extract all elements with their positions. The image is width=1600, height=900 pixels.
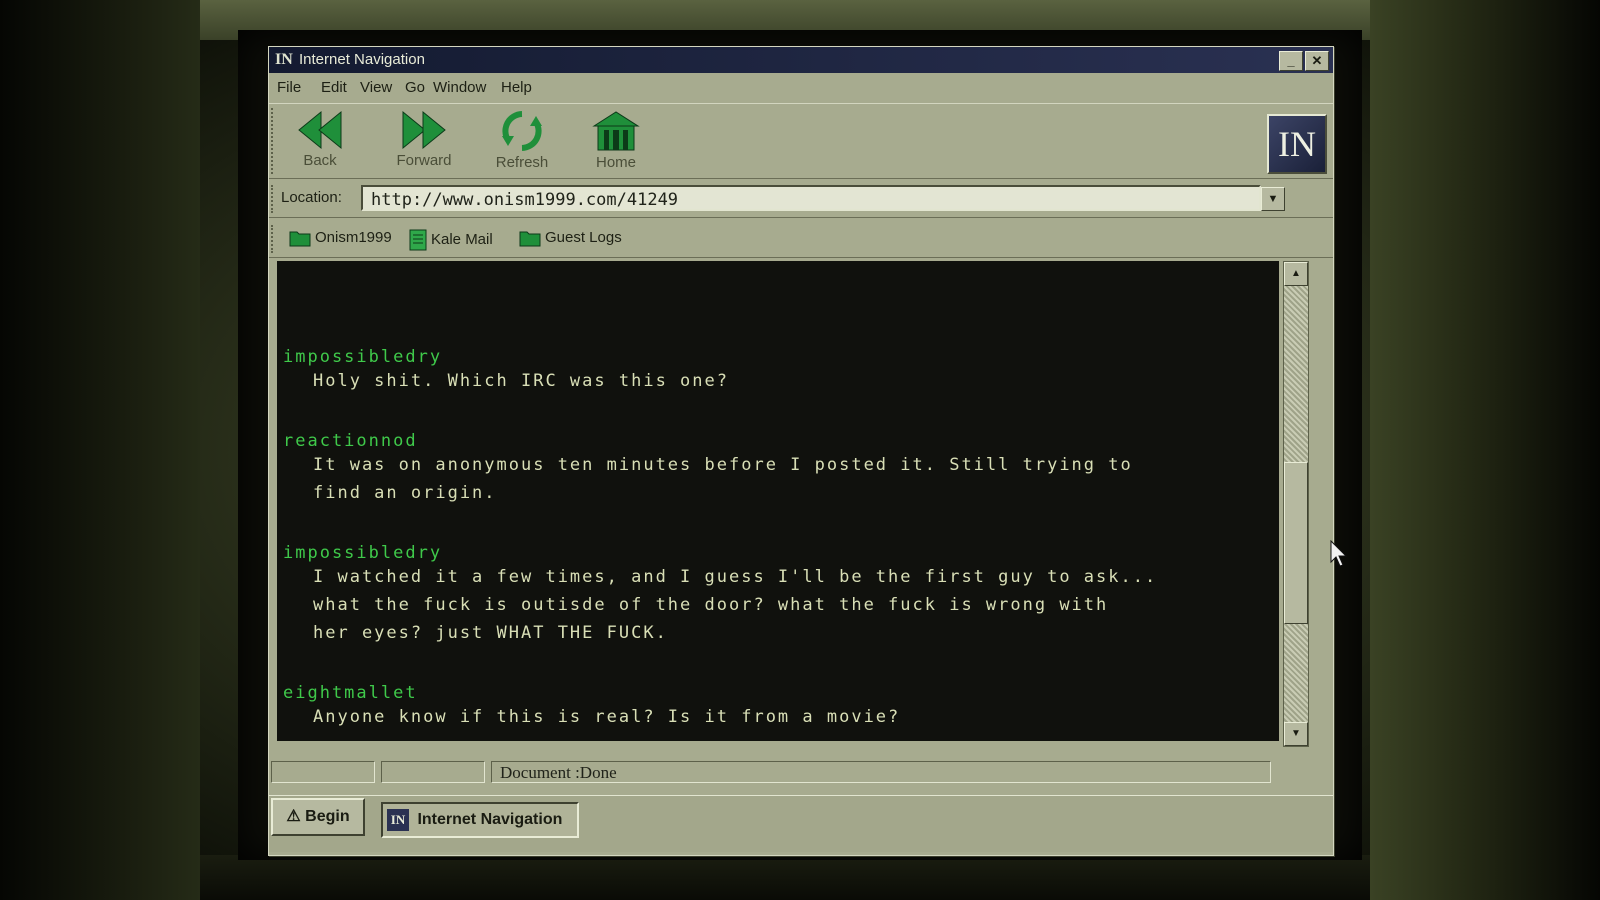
menu-view[interactable]: View (360, 79, 392, 96)
taskbar-item-label: Internet Navigation (417, 811, 563, 828)
status-bar: Document :Done (269, 757, 1333, 787)
back-button[interactable]: Back (275, 110, 365, 174)
menu-go[interactable]: Go (405, 79, 425, 96)
post-message-line: Holy shit. Which IRC was this one? (313, 371, 729, 391)
begin-label: Begin (305, 808, 350, 825)
menu-window[interactable]: Window (433, 79, 486, 96)
crt-bezel-bottom (200, 855, 1370, 900)
post-username: reactionnod (283, 431, 418, 451)
bookmark-label: Guest Logs (545, 229, 622, 246)
taskbar: ⚠ Begin IN Internet Navigation (269, 795, 1333, 852)
post-username: impossibledry (283, 543, 443, 563)
home-button[interactable]: Home (571, 110, 661, 174)
nav-toolbar: Back Forward Refresh Home IN (269, 103, 1333, 179)
bookmark-label: Onism1999 (315, 229, 392, 246)
title-bar[interactable]: IN Internet Navigation _ ✕ (269, 47, 1333, 73)
refresh-button[interactable]: Refresh (477, 110, 567, 174)
window-title: Internet Navigation (299, 51, 425, 68)
post-message-line: I watched it a few times, and I guess I'… (313, 567, 1158, 587)
menu-help[interactable]: Help (501, 79, 532, 96)
menu-bar: File Edit View Go Window Help (269, 75, 1333, 99)
location-grip[interactable] (271, 185, 279, 213)
crt-bezel-left (0, 0, 200, 900)
page-content: impossibledry Holy shit. Which IRC was t… (277, 261, 1279, 741)
minimize-button[interactable]: _ (1279, 51, 1303, 71)
folder-icon (519, 231, 541, 247)
close-button[interactable]: ✕ (1305, 51, 1329, 71)
bookmark-label: Kale Mail (431, 230, 493, 248)
forward-arrow-icon (402, 110, 446, 150)
back-arrow-icon (298, 110, 342, 150)
begin-button[interactable]: ⚠ Begin (271, 798, 365, 836)
bookmarks-grip[interactable] (271, 225, 279, 253)
url-input[interactable]: http://www.onism1999.com/41249 (361, 185, 1261, 211)
scroll-up-button[interactable]: ▲ (1284, 262, 1308, 286)
menu-file[interactable]: File (277, 79, 301, 96)
post-username: impossibledry (283, 347, 443, 367)
home-icon (592, 111, 640, 151)
guest-log-post: impossibledry I watched it a few times, … (283, 543, 1157, 647)
back-label: Back (303, 152, 337, 169)
bookmark-onism1999[interactable]: Onism1999 (289, 229, 392, 247)
chevron-down-icon: ▼ (1291, 728, 1301, 739)
post-message-line: find an origin. (313, 483, 497, 503)
begin-logo-icon: ⚠ (286, 808, 301, 825)
guest-log-post: reactionnod It was on anonymous ten minu… (283, 431, 1133, 507)
forward-label: Forward (396, 152, 452, 169)
bookmarks-bar: Onism1999 Kale Mail Guest Logs (269, 221, 1333, 258)
post-message-line: her eyes? just WHAT THE FUCK. (313, 623, 668, 643)
status-text: Document :Done (491, 761, 1271, 783)
taskbar-item-internet-navigation[interactable]: IN Internet Navigation (381, 802, 579, 838)
app-logo-icon: IN (387, 808, 409, 831)
guest-log-post: impossibledry Holy shit. Which IRC was t… (283, 347, 729, 395)
menu-edit[interactable]: Edit (321, 79, 347, 96)
crt-bezel-right (1370, 0, 1600, 900)
chevron-up-icon: ▲ (1291, 268, 1301, 279)
browser-window: IN Internet Navigation _ ✕ File Edit Vie… (268, 46, 1334, 856)
status-pane-2 (381, 761, 485, 783)
post-message-line: It was on anonymous ten minutes before I… (313, 455, 1133, 475)
brand-logo-icon: IN (1267, 114, 1327, 174)
post-message-line: what the fuck is outisde of the door? wh… (313, 595, 1109, 615)
forward-button[interactable]: Forward (379, 110, 469, 174)
home-label: Home (595, 154, 636, 171)
url-dropdown-button[interactable]: ▼ (1261, 187, 1285, 211)
location-label: Location: (281, 189, 342, 206)
document-icon (409, 229, 427, 251)
vertical-scrollbar[interactable]: ▲ ▼ (1283, 261, 1309, 747)
refresh-icon (502, 111, 542, 151)
bookmark-kale-mail[interactable]: Kale Mail (409, 229, 493, 251)
post-message-line: Anyone know if this is real? Is it from … (313, 707, 901, 727)
app-logo-icon: IN (275, 51, 293, 68)
mouse-pointer-icon (1330, 540, 1348, 567)
guest-log-post: eightmallet Anyone know if this is real?… (283, 683, 900, 731)
bookmark-guest-logs[interactable]: Guest Logs (519, 229, 622, 247)
location-bar: Location: http://www.onism1999.com/41249… (269, 181, 1333, 218)
post-username: eightmallet (283, 683, 418, 703)
chevron-down-icon: ▼ (1267, 193, 1279, 205)
status-pane-1 (271, 761, 375, 783)
scroll-down-button[interactable]: ▼ (1284, 722, 1308, 746)
refresh-label: Refresh (495, 154, 549, 171)
folder-icon (289, 231, 311, 247)
scroll-thumb[interactable] (1284, 462, 1308, 624)
